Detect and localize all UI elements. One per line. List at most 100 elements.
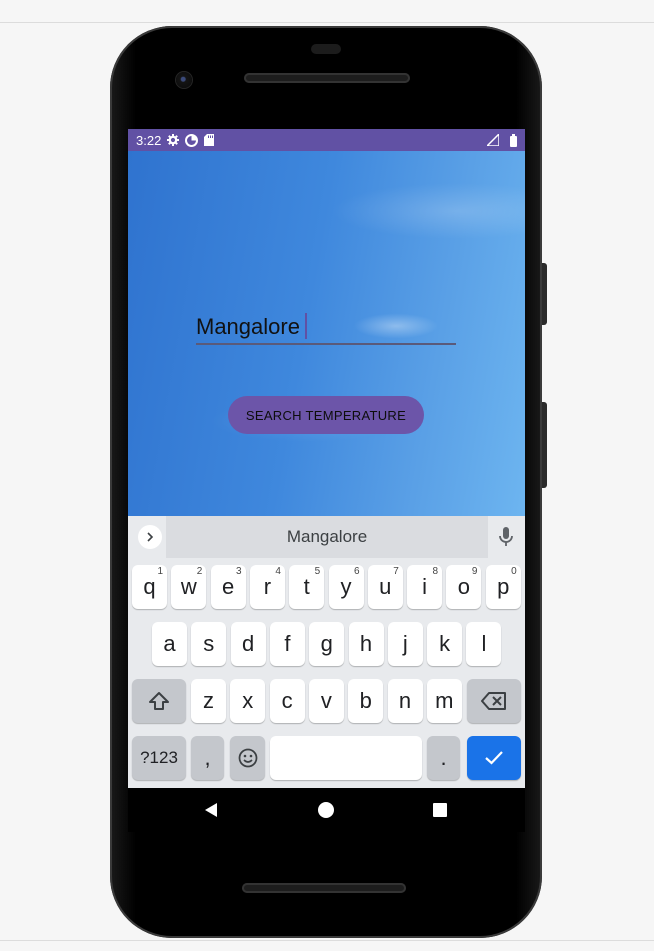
key-hint: 6 <box>353 566 360 577</box>
data-saver-icon <box>185 133 199 147</box>
key-label: w <box>180 574 197 599</box>
signal-icon <box>487 134 499 146</box>
checkmark-icon <box>485 751 503 765</box>
key-q[interactable]: q1 <box>132 565 167 609</box>
top-slot <box>311 44 341 54</box>
key-label: e <box>221 574 235 599</box>
phone-screen: 3:22 SEARCH TEMPERATURE Mangalo <box>128 129 525 832</box>
search-temperature-button[interactable]: SEARCH TEMPERATURE <box>228 396 424 434</box>
key-j[interactable]: j <box>387 622 423 666</box>
key-g[interactable]: g <box>309 622 345 666</box>
key-b[interactable]: b <box>348 679 384 723</box>
power-button <box>542 402 547 488</box>
key-hint: 9 <box>471 566 478 577</box>
key-s[interactable]: s <box>191 622 227 666</box>
status-time: 3:22 <box>136 132 162 148</box>
bottom-divider <box>0 940 654 941</box>
key-r[interactable]: r4 <box>249 565 285 609</box>
key-hint: 3 <box>236 566 242 577</box>
key-y[interactable]: y6 <box>328 565 364 609</box>
microphone-icon[interactable] <box>498 526 514 548</box>
space-bar[interactable] <box>270 736 422 780</box>
key-u[interactable]: u7 <box>367 565 403 609</box>
front-camera <box>176 72 192 88</box>
key-i[interactable]: i8 <box>407 565 443 609</box>
key-o[interactable]: o9 <box>446 565 482 609</box>
key-label: n <box>398 688 412 713</box>
key-hint: 2 <box>196 566 203 577</box>
bottom-speaker <box>242 883 406 893</box>
key-c[interactable]: c <box>269 679 305 723</box>
key-label: l <box>481 631 487 656</box>
key-t[interactable]: t5 <box>289 565 325 609</box>
key-hint: 4 <box>275 566 281 577</box>
key-f[interactable]: f <box>269 622 305 666</box>
gear-icon <box>167 134 180 146</box>
weather-app: SEARCH TEMPERATURE <box>128 151 525 516</box>
key-label: s <box>203 631 215 656</box>
backspace-key[interactable] <box>467 679 521 723</box>
key-label: k <box>439 631 451 656</box>
key-m[interactable]: m <box>426 679 462 723</box>
suggestion-strip: Mangalore <box>128 516 525 558</box>
period-key[interactable]: . <box>427 736 460 780</box>
key-e[interactable]: e3 <box>210 565 246 609</box>
key-z[interactable]: z <box>191 679 226 723</box>
expand-toolbar-button[interactable] <box>138 525 162 549</box>
key-label: p <box>497 574 510 599</box>
key-label: j <box>402 631 408 656</box>
shift-key[interactable] <box>132 679 186 723</box>
home-icon[interactable] <box>318 802 334 818</box>
volume-button <box>542 263 547 325</box>
key-w[interactable]: w2 <box>171 565 207 609</box>
key-label: t <box>303 574 310 599</box>
suggestion-item[interactable]: Mangalore <box>166 516 488 558</box>
soft-keyboard: Mangalore ?123 , . q1w2e3r4t5y6u7i8o9p0a… <box>128 516 525 788</box>
comma-key[interactable]: , <box>191 736 224 780</box>
key-label: c <box>281 688 293 713</box>
key-label: r <box>263 574 272 599</box>
battery-icon <box>510 133 517 147</box>
key-label: g <box>320 631 333 656</box>
city-input[interactable] <box>196 311 456 345</box>
key-hint: 0 <box>511 566 517 577</box>
chevron-right-icon <box>147 532 154 542</box>
symbols-key[interactable]: ?123 <box>132 736 186 780</box>
recents-icon[interactable] <box>433 803 447 817</box>
back-icon[interactable] <box>203 802 219 818</box>
key-label: q <box>143 574 156 599</box>
top-divider <box>0 22 654 23</box>
key-x[interactable]: x <box>230 679 266 723</box>
key-a[interactable]: a <box>152 622 187 666</box>
emoji-key[interactable] <box>230 736 265 780</box>
key-label: z <box>203 688 214 713</box>
key-l[interactable]: l <box>466 622 502 666</box>
key-label: a <box>163 631 176 656</box>
key-hint: 7 <box>393 566 399 577</box>
key-d[interactable]: d <box>230 622 266 666</box>
sd-card-icon <box>204 134 215 146</box>
key-p[interactable]: p0 <box>485 565 521 609</box>
key-label: o <box>457 574 471 599</box>
key-label: i <box>422 574 428 599</box>
text-cursor <box>305 313 307 339</box>
key-hint: 1 <box>157 566 163 577</box>
backspace-icon <box>481 692 506 710</box>
key-label: v <box>320 688 332 713</box>
key-n[interactable]: n <box>387 679 423 723</box>
key-label: d <box>241 631 255 656</box>
done-key[interactable] <box>467 736 521 780</box>
earpiece-speaker <box>244 73 410 83</box>
status-bar: 3:22 <box>128 129 525 151</box>
key-h[interactable]: h <box>348 622 384 666</box>
key-label: m <box>435 688 454 713</box>
key-k[interactable]: k <box>427 622 463 666</box>
navigation-bar <box>128 788 525 832</box>
key-v[interactable]: v <box>308 679 344 723</box>
key-label: y <box>340 574 352 599</box>
key-label: x <box>242 688 254 713</box>
key-label: h <box>359 631 373 656</box>
shift-icon <box>149 692 169 710</box>
key-label: u <box>379 574 392 599</box>
key-hint: 5 <box>314 566 321 577</box>
